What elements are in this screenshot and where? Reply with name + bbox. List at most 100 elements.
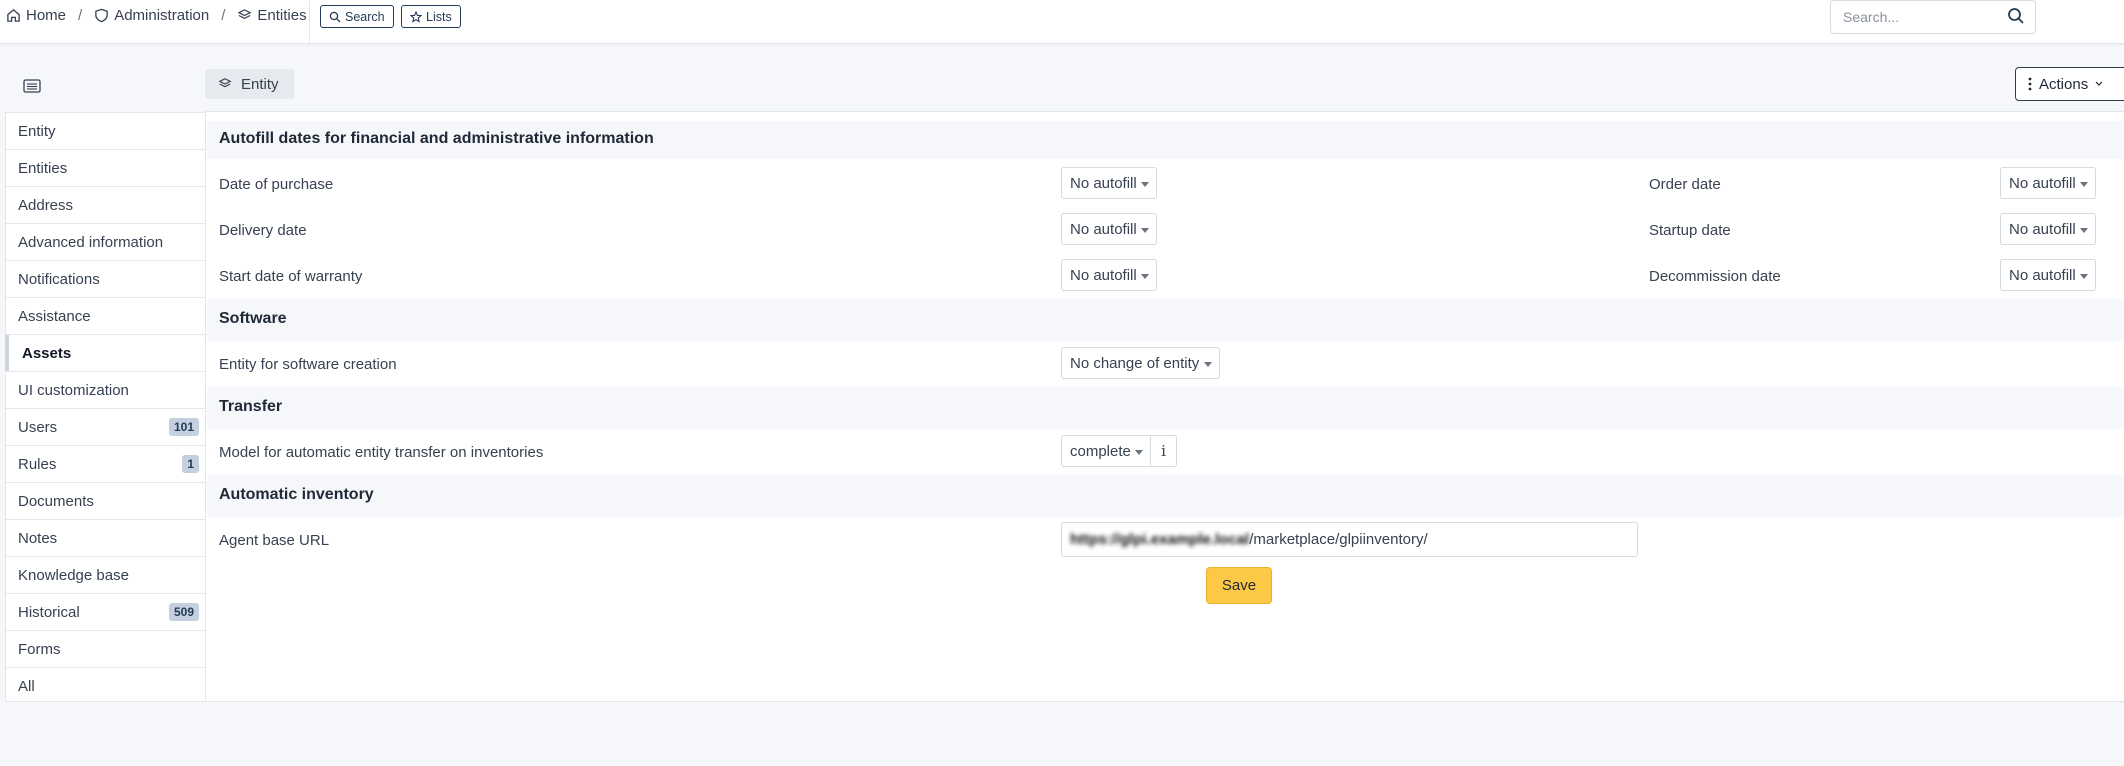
order-date-select[interactable]: No autofill — [2000, 167, 2096, 199]
star-icon — [410, 10, 422, 23]
section-title: Autofill dates for financial and adminis… — [219, 130, 654, 147]
breadcrumb-entities-label: Entities — [257, 7, 307, 24]
breadcrumb-administration[interactable]: Administration — [94, 7, 209, 24]
search-icon — [329, 11, 341, 22]
shield-icon — [95, 8, 108, 23]
agent-base-url-label: Agent base URL — [219, 532, 330, 549]
select-value: No autofill — [1070, 266, 1137, 284]
assets-form: Autofill dates for financial and adminis… — [205, 111, 2124, 702]
breadcrumb-entities[interactable]: Entities — [237, 7, 307, 24]
sidebar-item-label: All — [18, 678, 35, 695]
sidebar-item-label: Users — [18, 418, 58, 436]
section-title: Transfer — [219, 398, 283, 415]
sidebar-item-label: Documents — [18, 492, 94, 510]
sidebar-item-entity[interactable]: Entity — [6, 113, 205, 150]
breadcrumb-administration-label: Administration — [114, 7, 210, 24]
global-search-input[interactable] — [1843, 7, 2003, 27]
top-bar: Home / Administration / Entities Search … — [0, 0, 2124, 44]
tab-entity[interactable]: Entity — [205, 69, 294, 99]
section-header-transfer: Transfer — [207, 387, 2124, 429]
sidebar-item-label: Entity — [18, 122, 56, 140]
save-button[interactable]: Save — [1206, 567, 1272, 604]
sidebar-toggle-icon[interactable] — [23, 78, 41, 94]
select-value: No autofill — [2009, 220, 2076, 238]
sidebar-item-advanced-information[interactable]: Advanced information — [6, 224, 205, 261]
transfer-model-select[interactable]: complete — [1061, 435, 1151, 467]
caret-down-icon — [1135, 450, 1143, 455]
count-badge: 1 — [182, 455, 199, 473]
startup-date-select[interactable]: No autofill — [2000, 213, 2096, 245]
sidebar-item-assets[interactable]: Assets — [5, 335, 205, 372]
sidebar-item-assistance[interactable]: Assistance — [6, 298, 205, 335]
breadcrumb-separator: / — [78, 7, 83, 24]
sidebar-item-all[interactable]: All — [6, 668, 205, 705]
delivery-date-label: Delivery date — [219, 222, 307, 239]
home-icon — [7, 9, 20, 22]
sidebar-item-ui-customization[interactable]: UI customization — [6, 372, 205, 409]
sidebar-item-historical[interactable]: Historical 509 — [6, 594, 205, 631]
section-header-autofill: Autofill dates for financial and adminis… — [207, 121, 2124, 159]
sidebar-item-documents[interactable]: Documents — [6, 483, 205, 520]
sidebar-item-rules[interactable]: Rules 1 — [6, 446, 205, 483]
breadcrumb-home[interactable]: Home — [6, 7, 66, 24]
info-icon[interactable]: i — [1151, 435, 1177, 467]
decommission-date-label: Decommission date — [1649, 268, 1781, 285]
delivery-date-select[interactable]: No autofill — [1061, 213, 1157, 245]
date-of-purchase-select[interactable]: No autofill — [1061, 167, 1157, 199]
search-button-label: Search — [345, 9, 385, 24]
toolbar-divider — [309, 0, 310, 44]
transfer-model-label: Model for automatic entity transfer on i… — [219, 444, 544, 461]
section-header-software: Software — [207, 299, 2124, 341]
search-button[interactable]: Search — [320, 5, 394, 28]
global-search — [1830, 0, 2036, 34]
start-date-warranty-label: Start date of warranty — [219, 268, 363, 285]
startup-date-label: Startup date — [1649, 222, 1731, 239]
section-title: Software — [219, 310, 287, 327]
tab-entity-label: Entity — [241, 75, 279, 93]
sidebar-item-label: Notifications — [18, 270, 100, 288]
sidebar-item-label: Knowledge base — [18, 566, 129, 584]
start-date-warranty-select[interactable]: No autofill — [1061, 259, 1157, 291]
sidebar-item-entities[interactable]: Entities — [6, 150, 205, 187]
sidebar-item-label: UI customization — [18, 381, 129, 399]
sidebar-item-label: Historical — [18, 603, 80, 621]
sidebar-item-notes[interactable]: Notes — [6, 520, 205, 557]
section-header-automatic-inventory: Automatic inventory — [207, 475, 2124, 517]
kebab-icon — [2028, 77, 2032, 91]
sidebar-item-label: Address — [18, 196, 74, 214]
select-value: No change of entity — [1070, 354, 1200, 372]
sidebar: Entity Entities Address Advanced informa… — [5, 112, 205, 702]
layers-icon — [237, 9, 252, 19]
sidebar-item-users[interactable]: Users 101 — [6, 409, 205, 446]
sidebar-item-notifications[interactable]: Notifications — [6, 261, 205, 298]
caret-down-icon — [2080, 274, 2088, 279]
sidebar-item-label: Advanced information — [18, 233, 164, 251]
entity-software-creation-select[interactable]: No change of entity — [1061, 347, 1220, 379]
url-suffix: /marketplace/glpiinventory/ — [1249, 531, 1428, 548]
sidebar-item-forms[interactable]: Forms — [6, 631, 205, 668]
caret-down-icon — [1141, 274, 1149, 279]
sidebar-item-address[interactable]: Address — [6, 187, 205, 224]
caret-down-icon — [1141, 182, 1149, 187]
sidebar-item-label: Rules — [18, 455, 57, 473]
lists-button[interactable]: Lists — [401, 5, 461, 28]
select-value: No autofill — [2009, 266, 2076, 284]
sidebar-item-label: Assets — [22, 344, 72, 362]
select-value: No autofill — [2009, 174, 2076, 192]
date-of-purchase-label: Date of purchase — [219, 176, 334, 193]
caret-down-icon — [1204, 362, 1212, 367]
redacted-url-part: https://glpi.example.local — [1070, 531, 1250, 548]
section-title: Automatic inventory — [219, 486, 374, 503]
count-badge: 509 — [168, 603, 199, 621]
lists-button-label: Lists — [426, 9, 452, 24]
actions-button[interactable]: Actions — [2015, 67, 2124, 101]
caret-down-icon — [2080, 182, 2088, 187]
sidebar-item-label: Assistance — [18, 307, 91, 325]
order-date-label: Order date — [1649, 176, 1721, 193]
search-icon[interactable] — [2007, 7, 2025, 25]
sidebar-item-knowledge-base[interactable]: Knowledge base — [6, 557, 205, 594]
breadcrumb-home-label: Home — [26, 7, 67, 24]
agent-base-url-input[interactable]: https://glpi.example.local/marketplace/g… — [1061, 522, 1638, 557]
decommission-date-select[interactable]: No autofill — [2000, 259, 2096, 291]
caret-down-icon — [2080, 228, 2088, 233]
